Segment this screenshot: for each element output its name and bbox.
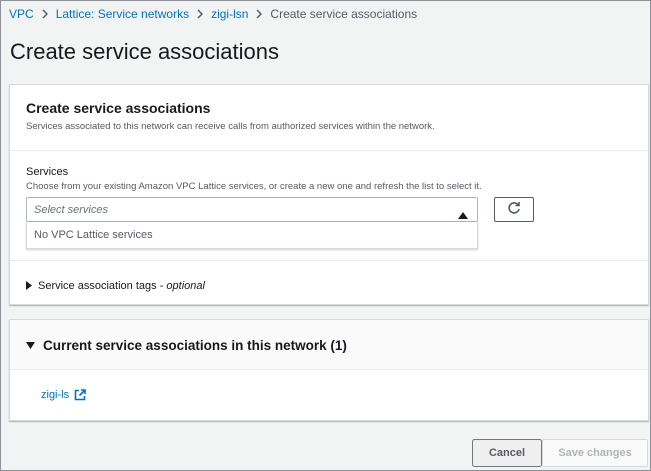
tags-expand-toggle[interactable]: Service association tags - optional [26,277,205,295]
caret-right-icon [26,277,32,295]
dropdown-empty-message: No VPC Lattice services [34,229,153,241]
save-changes-button[interactable]: Save changes [542,439,648,467]
current-associations-toggle[interactable]: Current service associations in this net… [26,336,347,354]
chevron-right-icon [256,9,263,19]
panel-title: Create service associations [26,100,211,116]
external-link-icon [74,389,86,401]
breadcrumb-service-networks[interactable]: Lattice: Service networks [56,7,189,21]
chevron-right-icon [197,9,204,19]
services-select[interactable]: Select services [26,197,478,222]
breadcrumb-service-network[interactable]: zigi-lsn [211,7,248,21]
tags-label: Service association tags - optional [38,280,205,292]
services-select-placeholder: Select services [34,203,108,216]
current-associations-title: Current service associations in this net… [43,337,347,353]
tags-optional-label: - optional [156,280,205,292]
association-link[interactable]: zigi-ls [41,389,86,401]
create-associations-panel: Create service associations Services ass… [9,84,649,305]
chevron-right-icon [42,9,48,19]
breadcrumb: VPC Lattice: Service networks zigi-lsn C… [9,6,417,22]
association-name: zigi-ls [41,389,70,401]
tags-section: Service association tags - optional [10,260,648,305]
refresh-icon [507,201,521,218]
breadcrumb-vpc[interactable]: VPC [9,7,34,21]
current-associations-panel: Current service associations in this net… [9,319,649,421]
cancel-button[interactable]: Cancel [472,439,542,467]
page-title: Create service associations [10,39,280,64]
refresh-button[interactable] [494,197,534,222]
panel-header: Current service associations in this net… [10,320,648,370]
services-label: Services [26,166,69,178]
services-dropdown: No VPC Lattice services [26,222,478,249]
panel-header: Create service associations Services ass… [10,85,648,151]
caret-down-icon [26,336,35,354]
services-description: Choose from your existing Amazon VPC Lat… [26,181,482,192]
panel-description: Services associated to this network can … [26,121,435,132]
breadcrumb-current: Create service associations [270,7,418,21]
